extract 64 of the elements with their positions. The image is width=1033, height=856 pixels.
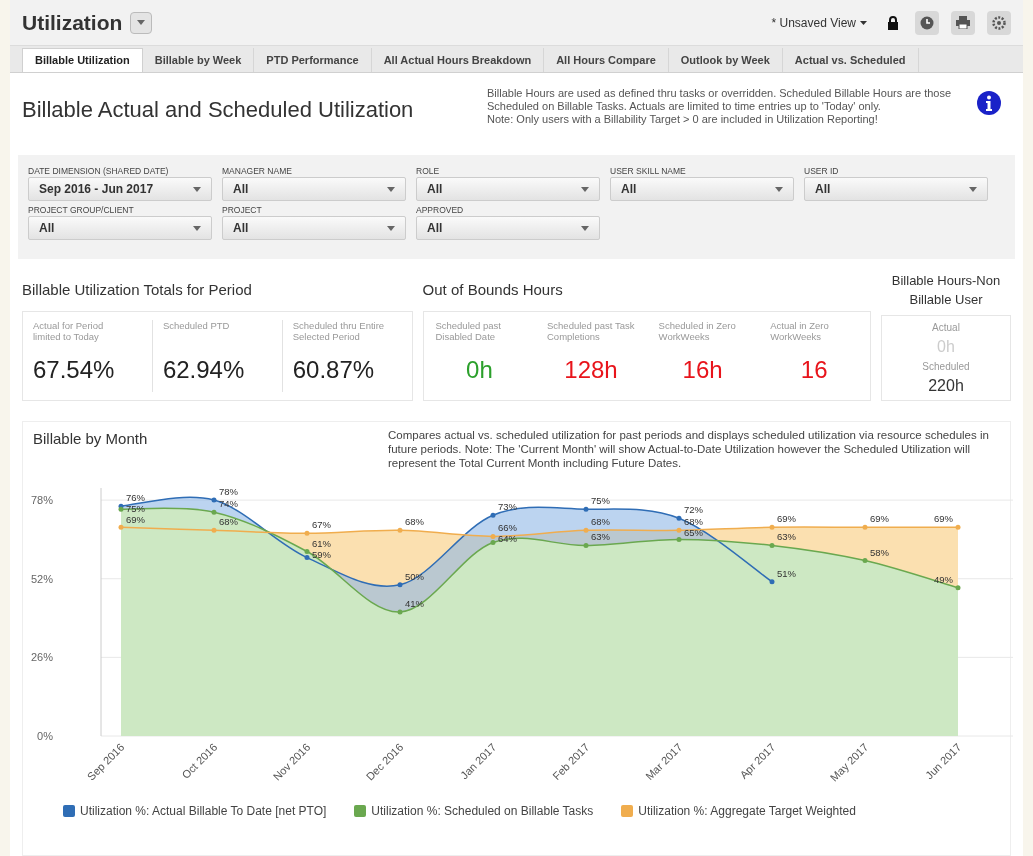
metric-label: Scheduled thru Entire Selected Period — [292, 320, 386, 344]
filter-label: ROLE — [416, 165, 441, 177]
page-title: Utilization — [22, 9, 123, 36]
chart-description: Compares actual vs. scheduled utilization for past periods and displays scheduled utilization via resource schedules in future periods. Note: The 'Current Month' will show Actual-to-Date Utilization however the Scheduled Utilization will represent the Total Current Month including Future Dates. — [388, 428, 990, 471]
data-label: 75% — [591, 495, 610, 507]
data-label: 63% — [591, 531, 610, 543]
data-label: 69% — [777, 513, 796, 525]
metric-label: Scheduled past Disabled Date — [435, 320, 502, 344]
metric-value: 16 — [800, 355, 828, 385]
data-label: 68% — [219, 516, 238, 528]
axis-label: 78% — [30, 494, 53, 507]
actual-label: Actual — [932, 321, 960, 335]
legend-label: Utilization %: Aggregate Target Weighted — [638, 803, 856, 820]
note-text: Note: Only users with a Billability Target > 0 are included in Utilization Reporting! — [487, 113, 879, 126]
legend-label: Utilization %: Actual Billable To Date [net PTO] — [80, 803, 327, 820]
section-title: Billable Actual and Scheduled Utilization — [22, 96, 415, 124]
data-label: 65% — [684, 527, 703, 539]
chart-title: Billable by Month — [33, 429, 149, 449]
filter-label: PROJECT — [222, 204, 263, 216]
axis-label: 52% — [30, 572, 53, 585]
data-label: 69% — [126, 514, 145, 526]
data-label: 66% — [498, 522, 517, 534]
metric-value: 67.54% — [33, 355, 116, 385]
legend-label: Utilization %: Scheduled on Billable Tasks — [371, 803, 594, 820]
metric-value: 16h — [682, 355, 723, 385]
data-label: 78% — [219, 486, 238, 498]
metric-label: Actual for Period limited to Today — [33, 320, 105, 344]
metric-value: 128h — [564, 355, 618, 385]
data-label: 68% — [684, 516, 703, 528]
filter-label: MANAGER NAME — [222, 165, 293, 177]
metric-label: Actual in Zero WorkWeeks — [770, 320, 830, 344]
filter-label: DATE DIMENSION (SHARED DATE) — [28, 165, 170, 177]
data-label: 73% — [498, 501, 517, 513]
metric-label: Scheduled in Zero WorkWeeks — [658, 320, 737, 344]
data-label: 51% — [777, 567, 796, 579]
description-text: Billable Hours are used as defined thru tasks or overridden. Scheduled Billable Hours are those Scheduled on Billable Tasks. Actuals are limited to time entries up to 'Today' only. — [487, 87, 952, 113]
data-label: 68% — [405, 516, 424, 528]
data-label: 69% — [934, 513, 953, 525]
data-label: 49% — [934, 573, 953, 585]
filter-label: USER ID — [804, 165, 840, 177]
data-label: 63% — [777, 531, 796, 543]
scheduled-value: 220h — [928, 376, 964, 396]
data-label: 61% — [312, 537, 331, 549]
totals-title: Billable Utilization Totals for Period — [22, 280, 253, 300]
metric-label: Scheduled PTD — [162, 320, 231, 333]
data-label: 68% — [591, 516, 610, 528]
metric-value: 0h — [466, 355, 493, 385]
metric-label: Scheduled past Task Completions — [547, 320, 635, 344]
data-label: 67% — [312, 519, 331, 531]
scheduled-label: Scheduled — [922, 360, 970, 374]
filter-label: APPROVED — [416, 204, 465, 216]
data-label: 59% — [312, 548, 331, 560]
data-label: 76% — [126, 492, 145, 504]
metric-value: 60.87% — [292, 355, 376, 385]
data-label: 58% — [870, 546, 889, 558]
filter-label: PROJECT GROUP/CLIENT — [28, 204, 135, 216]
data-label: 72% — [684, 504, 703, 516]
data-label: 69% — [870, 513, 889, 525]
filter-label: USER SKILL NAME — [610, 165, 687, 177]
axis-label: 0% — [37, 730, 53, 742]
metric-value: 62.94% — [162, 355, 246, 385]
axis-label: 26% — [30, 651, 53, 664]
out-of-bounds-title: Out of Bounds Hours — [422, 280, 564, 300]
non-billable-title: Billable Hours-Non Billable User — [890, 272, 1002, 309]
